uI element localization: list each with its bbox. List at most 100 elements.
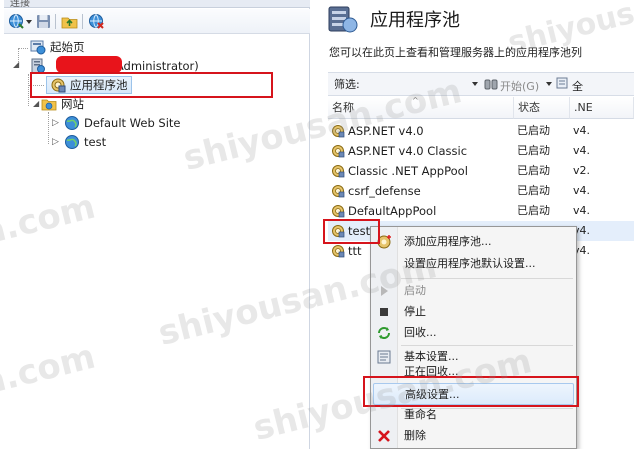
filter-bar: 筛选: 开始(G) 全 [328, 72, 634, 96]
menu-item-label: 启动 [404, 284, 426, 297]
table-row[interactable]: DefaultAppPool 已启动 v4. [328, 201, 634, 221]
table-row[interactable]: csrf_defense 已启动 v4. [328, 181, 634, 201]
annotation-box-test-row [323, 219, 380, 244]
column-label: 状态 [518, 101, 540, 114]
app-pools-large-icon [328, 6, 358, 33]
filter-dropdown-icon[interactable] [472, 82, 478, 86]
menu-item-label: 设置应用程序池默认设置... [404, 257, 536, 270]
pool-net-version: v4. [573, 144, 591, 157]
delete-icon [378, 430, 390, 442]
page-description: 您可以在此页上查看和管理服务器上的应用程序池列 [329, 46, 582, 59]
context-menu: 添加应用程序池... 设置应用程序池默认设置... 启动 停止 回收... 基本… [370, 226, 577, 449]
expand-arrow-icon[interactable]: ▷ [52, 118, 59, 128]
page-header: 应用程序池 [326, 2, 626, 36]
pool-name: ASP.NET v4.0 [348, 124, 424, 138]
pool-net-version: v4. [573, 204, 591, 217]
connections-title: 连接 [10, 0, 30, 8]
collapse-arrow-icon[interactable]: ◢ [13, 60, 19, 69]
connect-dropdown-icon[interactable] [26, 20, 32, 24]
column-header-status[interactable]: 状态 [514, 97, 570, 119]
column-label: 名称 [332, 101, 354, 114]
app-pool-icon [331, 184, 345, 198]
menu-item-delete[interactable]: 删除 [371, 425, 576, 446]
app-pool-icon [331, 144, 345, 158]
tree-item-label: \Administrator) [112, 59, 199, 73]
menu-item-label: 重命名 [404, 408, 437, 421]
collapse-arrow-icon[interactable]: ◢ [33, 99, 39, 108]
tree-item-site[interactable]: test [64, 133, 106, 151]
tree-item-label: test [84, 135, 107, 149]
pool-net-version: v2. [573, 164, 591, 177]
up-folder-icon[interactable] [61, 13, 78, 30]
menu-item-label: 正在回收... [404, 365, 459, 377]
stop-icon [380, 308, 388, 316]
toolbar-separator [55, 14, 56, 29]
filter-label: 筛选: [334, 78, 360, 91]
app-pool-icon [331, 204, 345, 218]
show-all-button[interactable]: 全 [572, 78, 583, 94]
pool-status: 已启动 [517, 144, 550, 157]
menu-item-start[interactable]: 启动 [371, 280, 576, 301]
annotation-box-app-pools [30, 72, 273, 98]
menu-item-rename[interactable]: 重命名 [371, 404, 576, 425]
app-pool-icon [331, 164, 345, 178]
menu-item-set-defaults[interactable]: 设置应用程序池默认设置... [371, 253, 576, 274]
start-filter-button[interactable]: 开始(G) [500, 78, 539, 94]
tree-item-label: Default Web Site [84, 116, 181, 130]
app-pool-icon [331, 244, 345, 258]
menu-item-label: 添加应用程序池... [404, 235, 492, 248]
tree-item-start-page[interactable]: 起始页 [30, 38, 85, 56]
tree-connector [48, 112, 49, 144]
pool-status: 已启动 [517, 184, 550, 197]
connect-globe-icon[interactable] [8, 13, 25, 30]
app-pool-icon [331, 124, 345, 138]
play-icon [381, 286, 388, 296]
redaction-mark [56, 56, 122, 73]
pool-net-version: v4. [573, 184, 591, 197]
expand-arrow-icon[interactable]: ▷ [52, 137, 59, 147]
table-row[interactable]: ASP.NET v4.0 已启动 v4. [328, 121, 634, 141]
tree-item-label: 起始页 [50, 40, 85, 54]
sites-folder-icon [41, 99, 57, 111]
pool-name: Classic .NET AppPool [348, 164, 468, 178]
column-header-name[interactable]: 名称 ^ [328, 96, 514, 119]
annotation-box-advanced-settings [363, 376, 579, 407]
start-dropdown-icon[interactable] [546, 82, 552, 86]
website-globe-icon [65, 116, 79, 130]
pool-status: 已启动 [517, 204, 550, 217]
page-title: 应用程序池 [370, 10, 460, 31]
menu-separator [401, 278, 573, 279]
menu-item-stop[interactable]: 停止 [371, 301, 576, 322]
pool-name: ttt [348, 244, 362, 258]
connections-pane: 连接 起始页 ◢ \Administrator) 应用程序池 ◢ 网站 ▷ De… [4, 0, 310, 449]
connections-toolbar [4, 9, 310, 34]
tree-connector [18, 48, 28, 49]
recycle-icon [378, 327, 390, 339]
toolbar-separator-2 [82, 14, 83, 29]
pool-status: 已启动 [517, 164, 550, 177]
table-row[interactable]: Classic .NET AppPool 已启动 v2. [328, 161, 634, 181]
menu-item-label: 停止 [404, 305, 426, 318]
tree-item-label: 网站 [61, 97, 84, 111]
pool-name: DefaultAppPool [348, 204, 437, 218]
tree-connector [28, 74, 29, 106]
table-row[interactable]: ASP.NET v4.0 Classic 已启动 v4. [328, 141, 634, 161]
tree-item-site[interactable]: Default Web Site [64, 114, 180, 132]
menu-item-label: 删除 [404, 429, 426, 442]
show-all-icon[interactable] [556, 77, 570, 91]
pool-name: csrf_defense [348, 184, 421, 198]
column-header-net[interactable]: .NE [570, 97, 634, 119]
pool-name: ASP.NET v4.0 Classic [348, 144, 468, 158]
menu-item-label: 回收... [404, 326, 437, 339]
pool-net-version: v4. [573, 124, 591, 137]
column-label: .NE [574, 101, 593, 114]
save-icon[interactable] [35, 13, 52, 30]
disconnect-icon[interactable] [88, 13, 105, 30]
menu-item-recycling[interactable]: 正在回收... [371, 363, 576, 377]
binoculars-icon[interactable] [484, 77, 498, 91]
menu-item-add-pool[interactable]: 添加应用程序池... [371, 231, 576, 252]
website-globe-icon [65, 135, 79, 149]
pool-status: 已启动 [517, 124, 550, 137]
sort-arrow-icon: ^ [412, 96, 419, 105]
menu-item-recycle[interactable]: 回收... [371, 322, 576, 343]
